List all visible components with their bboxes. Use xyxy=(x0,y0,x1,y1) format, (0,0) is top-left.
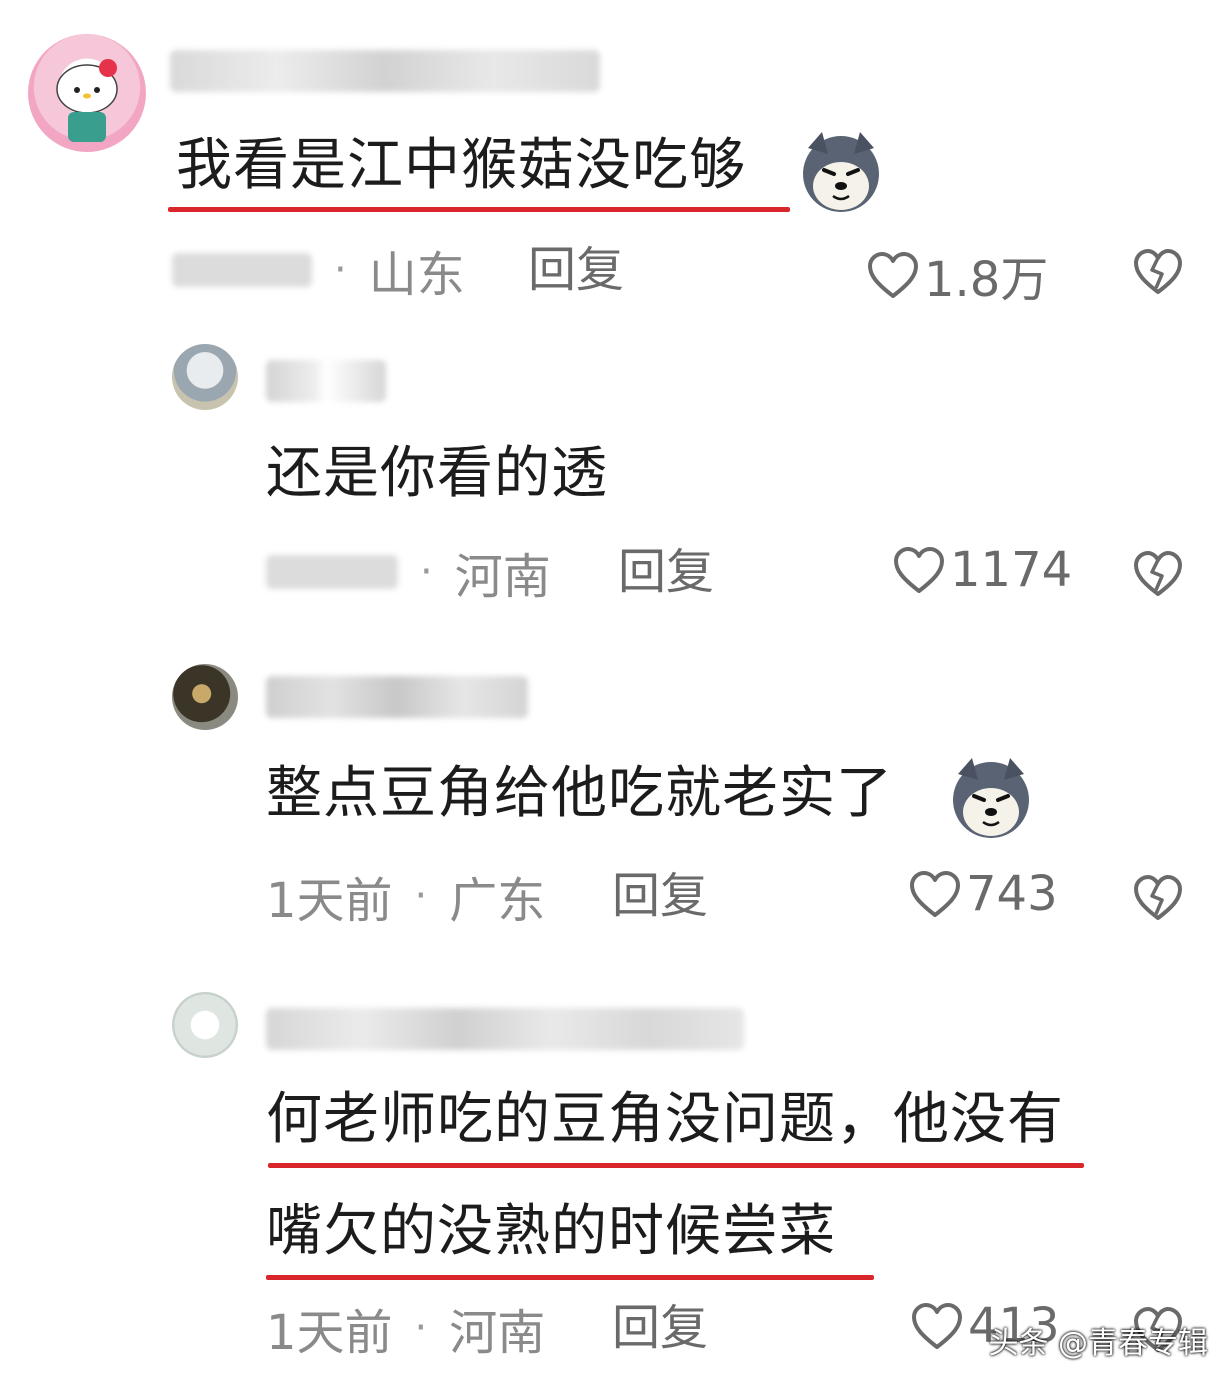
broken-heart-icon xyxy=(1134,875,1182,920)
avatar[interactable] xyxy=(172,992,238,1058)
comment-text: 还是你看的透 xyxy=(266,441,608,506)
reply-button[interactable]: 回复 xyxy=(528,246,624,294)
dislike-button[interactable] xyxy=(1132,874,1184,926)
like-button[interactable]: 1174 xyxy=(892,542,1072,598)
heart-outline-icon xyxy=(912,1303,962,1349)
broken-heart-icon xyxy=(1134,249,1182,294)
comment-text: 我看是江中猴菇没吃够 xyxy=(176,133,746,198)
comment-meta: 1天前 · 广东 xyxy=(266,866,545,929)
timestamp: 1天前 xyxy=(266,1305,393,1361)
like-count: 1174 xyxy=(950,542,1073,598)
comment-text: 整点豆角给他吃就老实了 xyxy=(266,761,893,826)
broken-heart-icon xyxy=(1134,551,1182,596)
like-button[interactable]: 743 xyxy=(908,866,1058,922)
like-button[interactable]: 1.8万 xyxy=(866,240,1048,310)
comment-text-line-1: 何老师吃的豆角没问题，他没有 xyxy=(266,1087,1064,1152)
location: 河南 xyxy=(454,549,551,605)
location: 山东 xyxy=(368,247,465,303)
separator-dot: · xyxy=(334,247,347,293)
highlight-underline xyxy=(266,1275,874,1280)
reply-button[interactable]: 回复 xyxy=(612,1304,708,1352)
husky-dog-emoji-icon xyxy=(948,754,1034,844)
reply-button[interactable]: 回复 xyxy=(618,548,714,596)
like-count: 1.8万 xyxy=(924,252,1049,308)
heart-outline-icon xyxy=(868,252,918,298)
separator-dot: · xyxy=(420,549,433,595)
username-blurred[interactable] xyxy=(266,360,386,402)
username-blurred[interactable] xyxy=(170,50,600,92)
heart-outline-icon xyxy=(910,871,960,917)
highlight-underline xyxy=(268,1163,1084,1168)
comment-text-line-2: 嘴欠的没熟的时候尝菜 xyxy=(266,1199,836,1264)
dislike-button[interactable] xyxy=(1132,248,1184,300)
avatar[interactable] xyxy=(172,664,238,730)
highlight-underline xyxy=(168,207,790,212)
separator-dot: · xyxy=(414,1305,428,1351)
dislike-button[interactable] xyxy=(1132,550,1184,602)
location: 广东 xyxy=(449,873,546,929)
source-watermark: 头条 @青春专辑 xyxy=(988,1326,1208,1361)
time-blurred xyxy=(266,555,398,589)
heart-outline-icon xyxy=(894,547,944,593)
separator-dot: · xyxy=(414,873,428,919)
location: 河南 xyxy=(449,1305,546,1361)
like-count: 743 xyxy=(966,866,1058,922)
username-blurred[interactable] xyxy=(266,1008,744,1050)
husky-dog-emoji-icon xyxy=(798,128,884,218)
comment-meta: 1天前 · 河南 xyxy=(266,1298,545,1361)
comment-meta: · 山东 xyxy=(172,240,465,303)
timestamp: 1天前 xyxy=(266,873,393,929)
reply-button[interactable]: 回复 xyxy=(612,872,708,920)
comment-meta: · 河南 xyxy=(266,542,551,605)
username-blurred[interactable] xyxy=(266,676,528,718)
time-blurred xyxy=(172,253,312,287)
avatar[interactable] xyxy=(172,344,238,410)
avatar[interactable] xyxy=(28,34,146,152)
